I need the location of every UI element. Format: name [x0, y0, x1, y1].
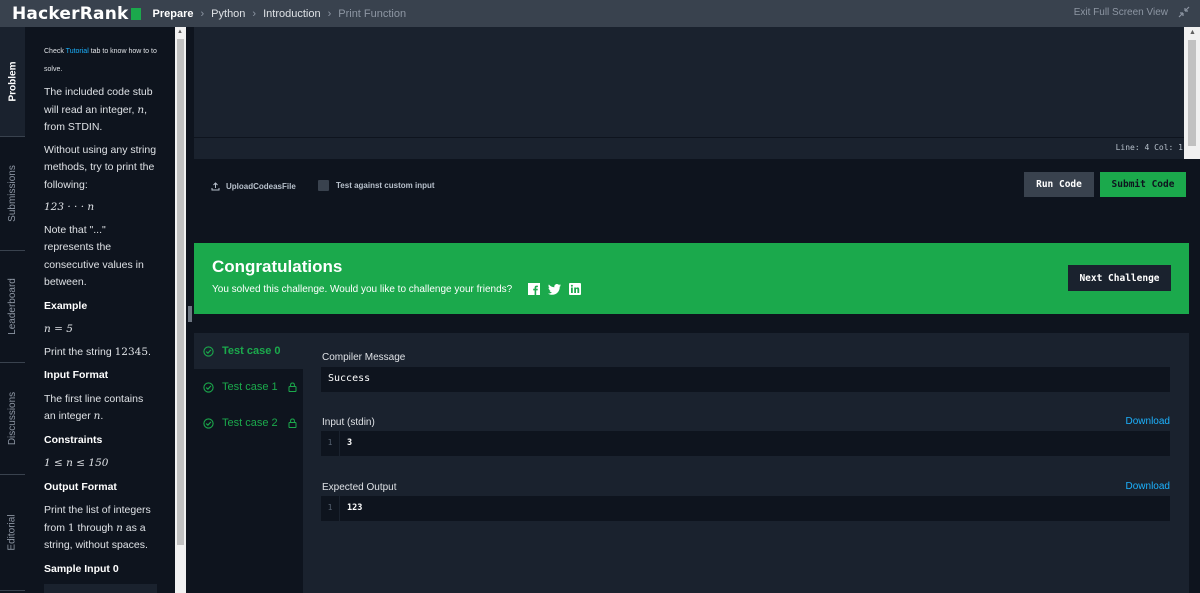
output-format-heading: Output Format [44, 480, 117, 493]
tutorial-link[interactable]: Tutorial [66, 48, 89, 55]
tab-submissions[interactable]: Submissions [0, 137, 25, 251]
test-case-list: Test case 0 Test case 1 Test case 2 [194, 333, 303, 593]
line-number: 1 [321, 496, 340, 521]
example-text: Print the string 12345. [44, 345, 151, 358]
check-circle-icon [203, 381, 214, 393]
note-paragraph: Note that "..." represents the consecuti… [44, 223, 144, 289]
example-heading: Example [44, 299, 88, 312]
custom-input-toggle[interactable]: Test against custom input [318, 180, 435, 191]
submit-code-button[interactable]: Submit Code [1100, 172, 1186, 197]
input-format-text: The first line contains an integer n. [44, 392, 144, 423]
problem-statement: Check Tutorial tab to know how to to sol… [25, 27, 175, 593]
lock-icon [288, 382, 297, 392]
logo-square-icon [130, 7, 141, 20]
constraints-formula: 1 ≤ n ≤ 150 [44, 457, 109, 469]
chevron-right-icon: › [252, 7, 257, 20]
input-stdin-box: 1 3 [321, 431, 1170, 456]
scroll-up-icon[interactable]: ▲ [177, 29, 183, 35]
breadcrumb-python[interactable]: Python [211, 8, 245, 20]
compress-icon[interactable] [1178, 6, 1190, 18]
breadcrumb-prepare[interactable]: Prepare [153, 8, 194, 20]
expected-output-label: Expected Output [322, 482, 397, 493]
top-bar: HackerRank Prepare › Python › Introducti… [0, 0, 1200, 27]
download-input-link[interactable]: Download [1126, 416, 1170, 427]
chevron-right-icon: › [200, 7, 205, 20]
left-tab-rail: Problem Submissions Leaderboard Discussi… [0, 27, 25, 593]
test-results-panel: Test case 0 Test case 1 Test case 2 Comp… [194, 333, 1189, 593]
upload-code-button[interactable]: UploadCodeasFile [211, 182, 296, 191]
tab-leaderboard[interactable]: Leaderboard [0, 251, 25, 363]
scrollbar-thumb[interactable] [177, 39, 184, 545]
output-format-text: Print the list of integers from 1 throug… [44, 504, 151, 551]
run-code-button[interactable]: Run Code [1024, 172, 1094, 197]
tab-discussions[interactable]: Discussions [0, 363, 25, 475]
expected-value: 123 [347, 503, 363, 513]
download-expected-link[interactable]: Download [1126, 481, 1170, 492]
tab-editorial[interactable]: Editorial [0, 475, 25, 591]
lock-icon [288, 418, 297, 428]
description-paragraph: The included code stub will read an inte… [44, 86, 153, 133]
check-circle-icon [203, 417, 214, 429]
example-formula: n = 5 [44, 323, 73, 335]
next-challenge-button[interactable]: Next Challenge [1068, 265, 1171, 291]
instruction-paragraph: Without using any string methods, try to… [44, 143, 157, 191]
problem-scrollbar[interactable]: ▲ [175, 27, 186, 593]
tab-problem[interactable]: Problem [0, 27, 25, 137]
logo-text: HackerRank [12, 3, 129, 24]
hackerrank-logo[interactable]: HackerRank [12, 4, 141, 24]
congrats-title: Congratulations [212, 257, 343, 276]
congratulations-banner: Congratulations You solved this challeng… [194, 243, 1189, 314]
input-value: 3 [347, 438, 353, 448]
input-format-heading: Input Format [44, 369, 109, 381]
check-circle-icon [203, 345, 214, 357]
exit-fullscreen-link[interactable]: Exit Full Screen View [1074, 7, 1168, 18]
sequence-formula: 123 · · · n [44, 201, 95, 213]
code-editor[interactable] [194, 27, 1184, 137]
pane-splitter[interactable] [186, 27, 194, 593]
input-stdin-label: Input (stdin) [322, 417, 375, 428]
tutorial-hint: Check Tutorial tab to know how to to sol… [44, 48, 157, 73]
constraints-heading: Constraints [44, 433, 103, 446]
scroll-up-icon[interactable]: ▲ [1189, 29, 1196, 36]
expected-output-box: 1 123 [321, 496, 1170, 521]
editor-status-bar: Line: 4 Col: 1 [194, 137, 1184, 159]
linkedin-icon[interactable] [569, 283, 582, 295]
scrollbar-thumb[interactable] [1188, 40, 1196, 146]
breadcrumb: Prepare › Python › Introduction › Print … [153, 8, 407, 20]
test-case-tab-2[interactable]: Test case 2 [194, 405, 303, 441]
chevron-right-icon: › [327, 7, 332, 20]
drag-handle-icon[interactable] [188, 306, 192, 322]
facebook-icon[interactable] [528, 283, 541, 295]
breadcrumb-introduction[interactable]: Introduction [263, 8, 320, 20]
custom-input-checkbox[interactable] [318, 180, 329, 191]
editor-scrollbar[interactable]: ▲ [1184, 27, 1200, 159]
test-case-tab-1[interactable]: Test case 1 [194, 369, 303, 405]
test-case-tab-0[interactable]: Test case 0 [194, 333, 303, 369]
twitter-icon[interactable] [548, 283, 562, 295]
sample-input-heading: Sample Input 0 [44, 562, 119, 575]
sample-input-box: 3 [44, 584, 157, 593]
line-number: 1 [321, 431, 340, 456]
social-share [520, 283, 582, 295]
compiler-message-label: Compiler Message [322, 352, 406, 363]
upload-icon [211, 182, 220, 191]
cursor-position: Line: 4 Col: 1 [1115, 143, 1183, 152]
breadcrumb-current: Print Function [338, 7, 407, 20]
congrats-message: You solved this challenge. Would you lik… [212, 283, 582, 295]
compiler-message-box: Success [321, 367, 1170, 392]
